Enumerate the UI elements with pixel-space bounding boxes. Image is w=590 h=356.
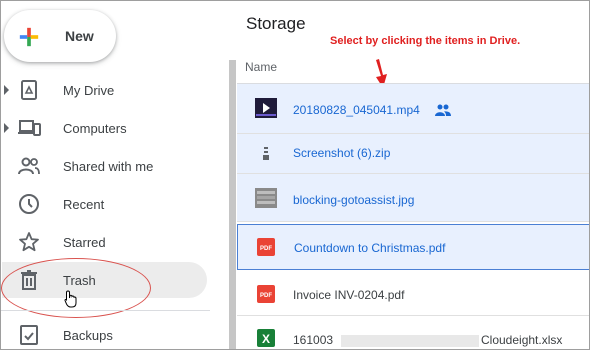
sidebar-item-starred[interactable]: Starred — [0, 224, 216, 260]
image-thumbnail-icon — [255, 188, 277, 208]
file-row[interactable]: PDF Invoice INV-0204.pdf — [237, 272, 590, 316]
file-name-suffix: Cloudeight.xlsx — [481, 333, 563, 347]
backups-icon — [20, 325, 38, 345]
redacted-text — [341, 335, 479, 347]
sidebar-divider — [0, 310, 210, 311]
clock-icon — [19, 194, 39, 214]
new-button-label: New — [65, 28, 94, 44]
svg-text:PDF: PDF — [260, 293, 272, 299]
sidebar-item-label: Starred — [63, 234, 106, 250]
video-thumbnail-icon — [255, 98, 277, 118]
plus-icon — [19, 27, 39, 47]
shared-icon — [18, 157, 40, 175]
file-row[interactable]: X 161003 Cloudeight.xlsx — [237, 316, 590, 356]
zip-icon — [263, 147, 269, 160]
file-row[interactable]: PDF Countdown to Christmas.pdf — [237, 224, 590, 270]
my-drive-icon — [21, 80, 37, 100]
star-icon — [19, 232, 39, 252]
file-name: Countdown to Christmas.pdf — [294, 241, 446, 255]
sidebar-item-my-drive[interactable]: My Drive — [0, 72, 216, 108]
file-name: Invoice INV-0204.pdf — [293, 288, 405, 302]
sidebar-item-label: Computers — [63, 120, 127, 136]
file-row[interactable]: 20180828_045041.mp4 — [237, 84, 590, 134]
pdf-icon: PDF — [257, 238, 275, 256]
file-row[interactable]: blocking-gotoassist.jpg — [237, 174, 590, 222]
page-title: Storage — [246, 14, 306, 33]
expand-caret-icon[interactable] — [4, 123, 9, 133]
sidebar-item-label: My Drive — [63, 82, 115, 98]
new-button[interactable]: New — [4, 10, 116, 62]
file-name: 161003 — [293, 333, 334, 347]
file-row[interactable]: Screenshot (6).zip — [237, 134, 590, 174]
sheets-icon: X — [257, 329, 275, 347]
sidebar-item-backups[interactable]: Backups — [0, 317, 216, 353]
file-name: blocking-gotoassist.jpg — [293, 193, 415, 207]
column-header-name[interactable]: Name — [245, 60, 277, 74]
sidebar-item-computers[interactable]: Computers — [0, 110, 216, 146]
sidebar-item-label: Backups — [63, 327, 113, 343]
file-name: 20180828_045041.mp4 — [293, 103, 420, 117]
sidebar-item-recent[interactable]: Recent — [0, 186, 216, 222]
sidebar-scrollbar[interactable] — [229, 60, 236, 350]
pdf-icon: PDF — [257, 285, 275, 303]
annotation-text: Select by clicking the items in Drive. — [330, 35, 521, 47]
computers-icon — [18, 120, 41, 136]
expand-caret-icon[interactable] — [4, 85, 9, 95]
svg-text:PDF: PDF — [260, 246, 272, 252]
file-name: Screenshot (6).zip — [293, 146, 391, 160]
hand-cursor-icon — [64, 290, 77, 308]
sidebar-item-label: Recent — [63, 196, 105, 212]
sidebar-item-label: Shared with me — [63, 158, 154, 174]
annotation-circle — [1, 258, 151, 318]
sidebar-item-shared-with-me[interactable]: Shared with me — [0, 148, 216, 184]
svg-text:X: X — [262, 332, 270, 346]
shared-people-icon — [435, 104, 451, 116]
